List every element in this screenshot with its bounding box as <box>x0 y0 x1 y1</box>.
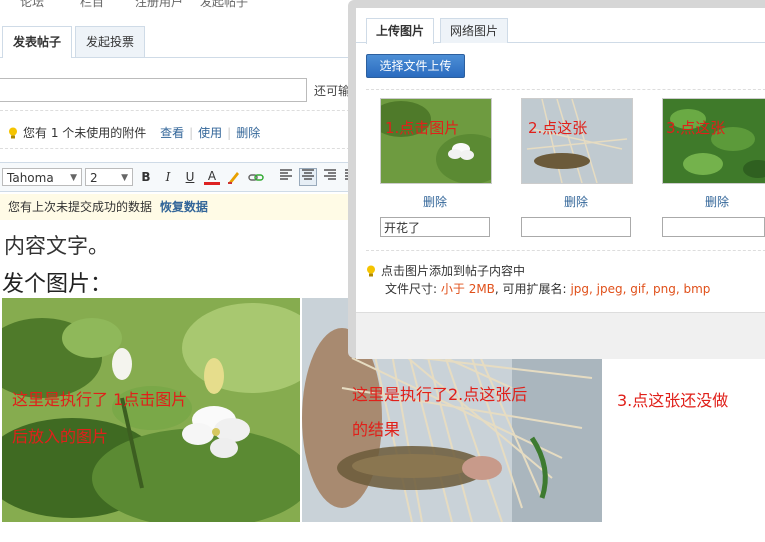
annotation-text: 的结果 <box>352 420 401 439</box>
attachment-delete-link[interactable]: 删除 <box>236 126 260 140</box>
breadcrumb: 论坛 栏目 注册用户 发起帖子 <box>0 0 360 8</box>
attachment-view-link[interactable]: 查看 <box>160 126 184 140</box>
thumbnail-leaves[interactable] <box>662 98 765 184</box>
lightbulb-icon <box>9 127 17 139</box>
divider <box>366 250 765 251</box>
dialog-tab-bar: 上传图片 网络图片 <box>356 10 765 44</box>
thumbnail-overlay-text: 2.点这张 <box>528 119 588 137</box>
annotation-text: 这里是执行了2.点这张后 <box>352 385 528 404</box>
font-color-button[interactable]: A <box>204 169 220 185</box>
content-line: 发个图片： <box>2 272 113 297</box>
annotation-text: 后放入的图片 <box>12 427 109 446</box>
upload-file-button[interactable]: 选择文件上传 <box>366 54 465 78</box>
thumbnail-caption-input[interactable] <box>521 217 631 237</box>
annotation-text: 3.点这张还没做 <box>617 391 729 410</box>
thumbnail-overlay-text: 3.点这张 <box>666 119 726 137</box>
breadcrumb-item[interactable]: 栏目 <box>80 0 104 8</box>
ext-label: , 可用扩展名: <box>494 282 567 296</box>
file-size-value: 小于 2MB <box>440 282 495 296</box>
annotation-text: 这里是执行了 1点击图片 <box>12 390 188 409</box>
editor-tab-bar: 发表帖子 发起投票 <box>0 26 360 58</box>
content-line: 内容文字。 <box>4 234 109 258</box>
attachment-text: 您有 1 个未使用的附件 <box>23 126 147 140</box>
tab-post[interactable]: 发表帖子 <box>2 26 73 58</box>
thumbnail-roots[interactable] <box>521 98 633 184</box>
bold-button[interactable]: B <box>138 169 154 185</box>
tab-web-image[interactable]: 网络图片 <box>440 18 509 43</box>
divider <box>0 110 360 111</box>
thumbnail-overlay-text: 1.点击图片 <box>385 119 460 137</box>
font-size-value: 2 <box>90 171 98 185</box>
restore-text: 您有上次未提交成功的数据 <box>8 200 153 214</box>
ext-value: jpg, jpeg, gif, png, bmp <box>570 282 711 296</box>
italic-button[interactable]: I <box>160 169 176 185</box>
align-right-icon[interactable] <box>322 169 338 185</box>
breadcrumb-item[interactable]: 注册用户 <box>135 0 183 8</box>
file-limits: 文件尺寸: 小于 2MB, 可用扩展名: jpg, jpeg, gif, png… <box>385 280 710 297</box>
insert-tip: 点击图片添加到帖子内容中 <box>366 262 525 279</box>
divider <box>0 148 360 149</box>
thumbnail-flower[interactable] <box>380 98 492 184</box>
breadcrumb-item: 发起帖子 <box>200 0 249 8</box>
font-size-select[interactable]: 2 ▼ <box>85 168 133 186</box>
align-center-icon[interactable] <box>299 168 317 186</box>
tab-upload-image[interactable]: 上传图片 <box>366 18 435 44</box>
editor-toolbar: Tahoma ▼ 2 ▼ B I U A <box>0 162 360 192</box>
insert-tip-text: 点击图片添加到帖子内容中 <box>381 264 526 278</box>
tab-poll[interactable]: 发起投票 <box>75 26 146 57</box>
font-family-select[interactable]: Tahoma ▼ <box>2 168 82 186</box>
divider <box>366 89 765 90</box>
underline-button[interactable]: U <box>182 169 198 185</box>
align-left-icon[interactable] <box>278 169 294 185</box>
link-icon[interactable] <box>248 169 264 185</box>
chevron-down-icon: ▼ <box>70 173 77 183</box>
thumbnail-delete-link[interactable]: 删除 <box>521 193 631 210</box>
restore-data-link[interactable]: 恢复数据 <box>160 200 208 214</box>
chevron-down-icon: ▼ <box>121 173 128 183</box>
file-size-label: 文件尺寸: <box>385 282 438 296</box>
font-family-value: Tahoma <box>7 171 54 185</box>
attachment-use-link[interactable]: 使用 <box>198 126 222 140</box>
dialog-footer <box>356 312 765 359</box>
thumbnail-caption-input[interactable]: 开花了 <box>380 217 490 237</box>
highlight-icon[interactable] <box>226 169 242 185</box>
thumbnail-delete-link[interactable]: 删除 <box>662 193 765 210</box>
lightbulb-icon <box>367 265 375 277</box>
thumbnail-caption-input[interactable] <box>662 217 765 237</box>
restore-data-bar: 您有上次未提交成功的数据 恢复数据 <box>0 194 360 220</box>
attachment-notice: 您有 1 个未使用的附件 查看 | 使用 | 删除 <box>8 124 260 141</box>
breadcrumb-item[interactable]: 论坛 <box>20 0 44 8</box>
image-upload-dialog: 上传图片 网络图片 选择文件上传 1.点击图片 删除 开花了 2.点这张 删除 <box>348 0 765 359</box>
subject-input[interactable] <box>0 78 307 102</box>
thumbnail-delete-link[interactable]: 删除 <box>380 193 490 210</box>
